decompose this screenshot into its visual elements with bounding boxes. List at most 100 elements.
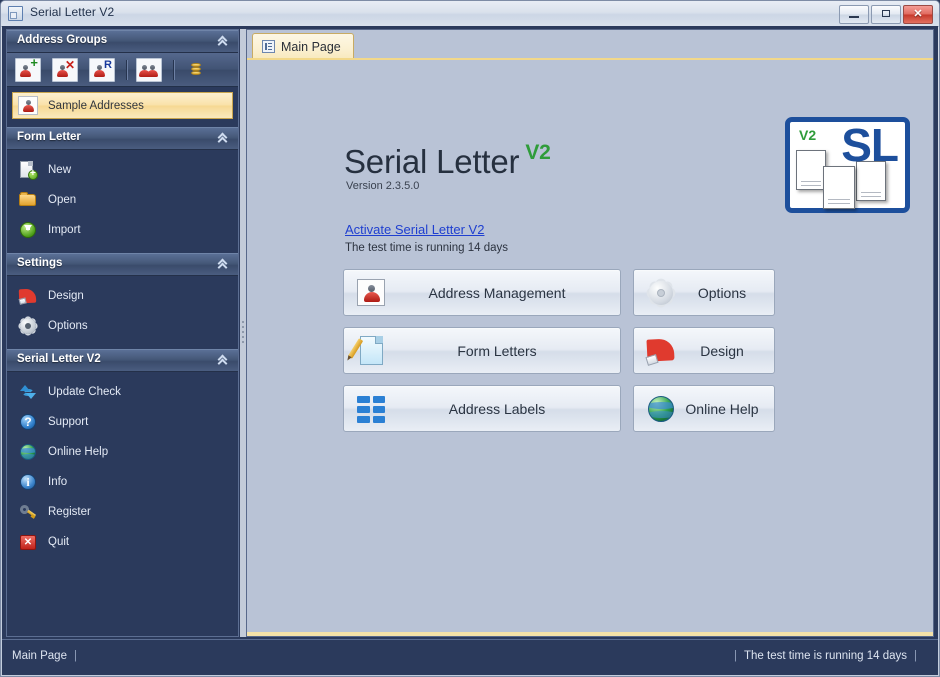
delete-address-group-button[interactable]: ✕ xyxy=(52,57,78,82)
button-label: Online Help xyxy=(685,400,759,417)
sidebar-item-sample-addresses[interactable]: Sample Addresses xyxy=(12,92,233,119)
chevron-up-icon[interactable] xyxy=(217,132,230,147)
activate-link[interactable]: Activate Serial Letter V2 xyxy=(345,222,484,237)
design-button[interactable]: Design xyxy=(633,327,775,374)
key-icon xyxy=(18,502,38,522)
database-button[interactable] xyxy=(183,58,209,82)
page-title-text: Serial Letter xyxy=(344,143,520,180)
maximize-icon xyxy=(882,10,890,17)
sidebar-item-online-help[interactable]: Online Help xyxy=(7,437,238,467)
minimize-icon xyxy=(849,16,859,18)
minimize-button[interactable] xyxy=(839,5,869,24)
refresh-icon xyxy=(18,382,38,402)
sidebar-item-options[interactable]: Options xyxy=(7,311,238,341)
rename-address-group-button[interactable]: R xyxy=(89,57,115,82)
import-icon xyxy=(18,220,38,240)
globe-icon xyxy=(644,392,678,426)
gear-icon xyxy=(18,316,38,336)
serial-letter-list: Update Check Support Online Help Info xyxy=(7,372,238,557)
color-fan-icon xyxy=(18,286,38,306)
status-right: | The test time is running 14 days | xyxy=(727,650,924,662)
maximize-button[interactable] xyxy=(871,5,901,24)
sidebar-item-register[interactable]: Register xyxy=(7,497,238,527)
splitter-grip xyxy=(242,321,244,345)
status-left-text: Main Page xyxy=(12,650,67,662)
button-label: Design xyxy=(700,342,744,359)
manage-groups-button[interactable] xyxy=(136,57,162,82)
tab-main-page[interactable]: Main Page xyxy=(252,33,354,59)
info-ball-icon xyxy=(18,472,38,492)
sidebar-item-open[interactable]: Open xyxy=(7,185,238,215)
delete-badge: ✕ xyxy=(64,57,75,72)
window-title: Serial Letter V2 xyxy=(30,5,115,19)
version-text: Version 2.3.5.0 xyxy=(346,180,420,192)
quit-icon xyxy=(18,532,38,552)
two-persons-icon xyxy=(139,64,159,77)
close-button[interactable]: ✕ xyxy=(903,5,933,24)
online-help-button[interactable]: Online Help xyxy=(633,385,775,432)
person-plus-icon xyxy=(20,64,31,77)
section-title: Settings xyxy=(17,257,63,269)
sidebar-item-import[interactable]: Import xyxy=(7,215,238,245)
sidebar-item-quit[interactable]: Quit xyxy=(7,527,238,557)
chevron-up-icon[interactable] xyxy=(217,35,230,50)
logo-version-badge: V2 xyxy=(799,127,817,143)
sidebar-item-update-check[interactable]: Update Check xyxy=(7,377,238,407)
status-left: Main Page | xyxy=(12,650,84,662)
sidebar-item-info[interactable]: Info xyxy=(7,467,238,497)
title-bar: Serial Letter V2 ✕ xyxy=(1,1,939,27)
plus-badge: + xyxy=(30,54,38,70)
sidebar-item-label: Update Check xyxy=(48,386,121,398)
sidebar-item-label: Quit xyxy=(48,536,70,548)
app-window: Serial Letter V2 ✕ Address Groups + ✕ R … xyxy=(0,0,940,677)
sidebar-item-label: Open xyxy=(48,194,77,206)
sidebar-section-header-address-groups[interactable]: Address Groups xyxy=(7,30,238,53)
sidebar-item-label: Options xyxy=(48,320,88,332)
chevron-up-icon[interactable] xyxy=(217,354,230,369)
sidebar-item-design[interactable]: Design xyxy=(7,281,238,311)
options-button[interactable]: Options xyxy=(633,269,775,316)
sidebar-item-label: Design xyxy=(48,290,84,302)
section-title: Address Groups xyxy=(17,34,108,46)
sidebar-section-header-settings[interactable]: Settings xyxy=(7,253,238,276)
logo-sheet-3 xyxy=(823,166,855,209)
address-groups-toolbar: + ✕ R xyxy=(7,53,238,87)
status-separator-left: | xyxy=(734,650,737,662)
close-icon: ✕ xyxy=(913,8,923,20)
sidebar-item-new[interactable]: New xyxy=(7,155,238,185)
color-fan-icon xyxy=(644,334,678,368)
button-label: Options xyxy=(697,284,747,301)
new-document-icon xyxy=(18,160,38,180)
trial-note: The test time is running 14 days xyxy=(345,242,508,254)
settings-list: Design Options xyxy=(7,276,238,349)
window-body: Address Groups + ✕ R Sample Addresses Fo… xyxy=(2,26,938,640)
form-letters-button[interactable]: Form Letters xyxy=(343,327,621,374)
button-label: Address Labels xyxy=(448,400,546,417)
status-bar: Main Page | | The test time is running 14 … xyxy=(2,639,938,675)
page-title: Serial Letter V2 xyxy=(344,141,551,181)
button-label: Address Management xyxy=(428,284,566,301)
tab-label: Main Page xyxy=(281,39,341,54)
main-page: Serial Letter V2 Version 2.3.5.0 Activate… xyxy=(247,60,933,636)
sidebar-item-label: Online Help xyxy=(48,446,109,458)
address-labels-button[interactable]: Address Labels xyxy=(343,385,621,432)
status-separator-right: | xyxy=(914,650,917,662)
address-management-button[interactable]: Address Management xyxy=(343,269,621,316)
sidebar-section-header-form-letter[interactable]: Form Letter xyxy=(7,127,238,150)
sidebar-item-support[interactable]: Support xyxy=(7,407,238,437)
app-icon xyxy=(8,6,23,21)
chevron-up-icon[interactable] xyxy=(217,258,230,273)
toolbar-separator xyxy=(126,59,127,80)
button-label: Form Letters xyxy=(457,342,537,359)
page-title-version-badge: V2 xyxy=(525,141,551,164)
status-separator: | xyxy=(73,650,77,662)
rename-badge: R xyxy=(104,58,112,71)
sidebar-section-header-serial-letter[interactable]: Serial Letter V2 xyxy=(7,349,238,372)
logo-sheet-1 xyxy=(796,150,826,190)
address-card-icon xyxy=(354,276,388,310)
status-right-text: The test time is running 14 days xyxy=(744,650,907,662)
sidebar-item-label: Info xyxy=(48,476,68,488)
add-address-group-button[interactable]: + xyxy=(15,54,41,82)
address-groups-list: Sample Addresses xyxy=(7,92,238,127)
window-controls: ✕ xyxy=(839,5,933,24)
